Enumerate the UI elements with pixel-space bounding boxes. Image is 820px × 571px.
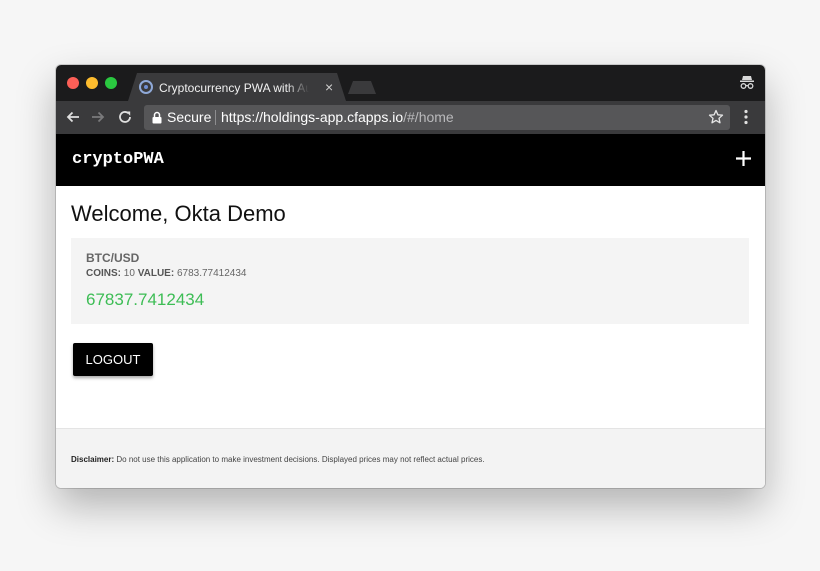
logout-button[interactable]: LOGOUT [73,343,153,376]
main-content: Welcome, Okta Demo BTC/USD COINS: 10 VAL… [56,186,765,428]
lock-icon [152,111,162,124]
tab-strip: Cryptocurrency PWA with Auth × [56,65,765,101]
url-text[interactable]: https://holdings-app.cfapps.io/#/home [221,109,454,126]
new-tab-button[interactable] [348,81,376,94]
arrow-right-icon[interactable] [89,108,107,126]
close-window-button[interactable] [67,77,79,89]
holding-pair: BTC/USD [86,251,140,265]
url-host: https://holdings-app.cfapps.io [221,109,404,125]
holding-total: 67837.7412434 [86,290,205,309]
browser-window: Cryptocurrency PWA with Auth × Secure ht… [56,65,765,488]
app-header: cryptoPWA [56,134,765,186]
coins-label: COINS: [86,268,121,279]
plus-icon[interactable] [735,150,752,167]
secure-label: Secure [167,109,212,125]
coins-value: 10 [123,268,135,279]
kebab-menu-icon[interactable] [744,109,748,125]
star-icon[interactable] [708,109,724,125]
app-brand[interactable]: cryptoPWA [72,150,164,170]
tab-title: Cryptocurrency PWA with Auth [159,81,309,95]
browser-tab-active[interactable]: Cryptocurrency PWA with Auth × [128,73,346,101]
maximize-window-button[interactable] [105,77,117,89]
minimize-window-button[interactable] [86,77,98,89]
reload-icon[interactable] [116,108,134,126]
value-amount: 6783.77412434 [176,268,247,279]
browser-toolbar: Secure https://holdings-app.cfapps.io/#/… [56,101,765,134]
value-label: VALUE: [137,268,175,279]
disclaimer-label: Disclaimer: [71,455,115,464]
holding-card[interactable]: BTC/USD COINS: 10 VALUE: 6783.77412434 6… [71,238,749,324]
holding-meta: COINS: 10 VALUE: 6783.77412434 [86,268,246,280]
incognito-icon [740,76,754,89]
address-bar[interactable]: Secure https://holdings-app.cfapps.io/#/… [144,105,730,130]
disclaimer-text: Do not use this application to make inve… [116,455,485,464]
tab-close-icon[interactable]: × [325,79,333,95]
url-path: /#/home [403,109,454,125]
disclaimer: Disclaimer: Do not use this application … [71,455,485,465]
chrome-favicon-icon [139,80,153,94]
address-separator [215,110,216,125]
footer: Disclaimer: Do not use this application … [56,428,765,488]
arrow-left-icon[interactable] [64,108,82,126]
welcome-heading: Welcome, Okta Demo [71,201,286,226]
